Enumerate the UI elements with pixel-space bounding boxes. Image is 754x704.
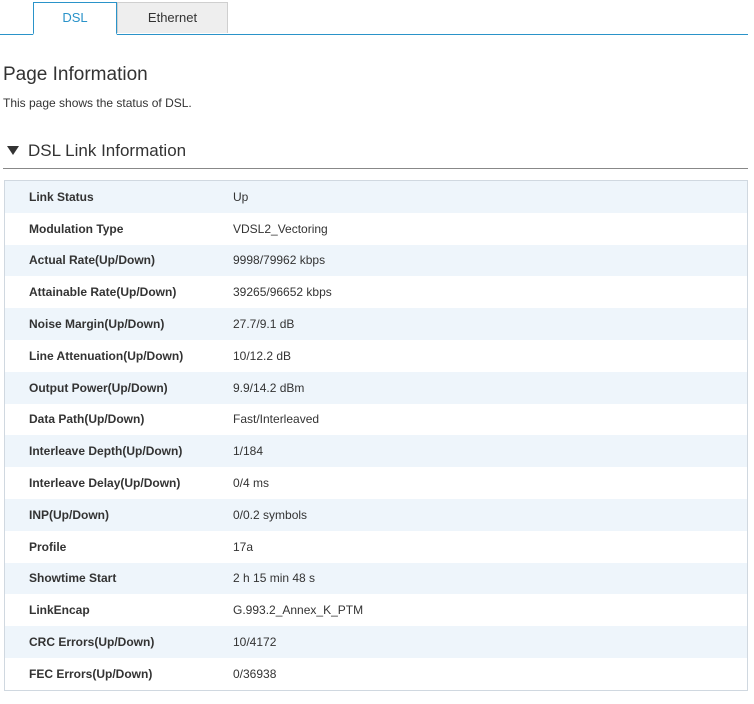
table-row: CRC Errors(Up/Down) 10/4172 bbox=[5, 626, 747, 658]
table-row: Interleave Delay(Up/Down) 0/4 ms bbox=[5, 467, 747, 499]
row-label: Data Path(Up/Down) bbox=[29, 412, 145, 427]
table-row: FEC Errors(Up/Down) 0/36938 bbox=[5, 657, 747, 690]
row-value: VDSL2_Vectoring bbox=[233, 221, 328, 236]
row-value: 0/36938 bbox=[233, 666, 277, 681]
row-value: 0/4 ms bbox=[233, 476, 270, 491]
dsl-info-table: Link Status Up Modulation Type VDSL2_Vec… bbox=[4, 180, 748, 691]
row-label: Actual Rate(Up/Down) bbox=[29, 253, 155, 268]
row-value: 27.7/9.1 dB bbox=[233, 317, 295, 332]
table-row: Showtime Start 2 h 15 min 48 s bbox=[5, 562, 747, 595]
row-value: 10/12.2 dB bbox=[233, 348, 292, 363]
row-label: Interleave Depth(Up/Down) bbox=[29, 444, 183, 459]
row-label: Line Attenuation(Up/Down) bbox=[29, 348, 184, 363]
row-value: 9998/79962 kbps bbox=[233, 253, 326, 268]
table-row: Profile 17a bbox=[5, 530, 747, 563]
table-row: Line Attenuation(Up/Down) 10/12.2 dB bbox=[5, 339, 747, 372]
triangle-down-icon[interactable] bbox=[7, 146, 19, 155]
row-label: Attainable Rate(Up/Down) bbox=[29, 285, 177, 300]
section-header[interactable]: DSL Link Information bbox=[3, 138, 748, 169]
row-value: G.993.2_Annex_K_PTM bbox=[233, 603, 364, 618]
row-value: 0/0.2 symbols bbox=[233, 507, 308, 522]
row-value: 39265/96652 kbps bbox=[233, 285, 332, 300]
row-label: CRC Errors(Up/Down) bbox=[29, 635, 155, 650]
row-label: Output Power(Up/Down) bbox=[29, 380, 168, 395]
tab-ethernet[interactable]: Ethernet bbox=[117, 2, 228, 33]
page-title: Page Information bbox=[3, 64, 148, 85]
row-value: 9.9/14.2 dBm bbox=[233, 380, 305, 395]
section-title: DSL Link Information bbox=[28, 141, 187, 160]
row-label: FEC Errors(Up/Down) bbox=[29, 666, 153, 681]
page-description: This page shows the status of DSL. bbox=[3, 96, 192, 110]
row-value: 17a bbox=[233, 539, 254, 554]
table-row: Actual Rate(Up/Down) 9998/79962 kbps bbox=[5, 244, 747, 277]
row-label: Link Status bbox=[29, 189, 94, 204]
row-label: Noise Margin(Up/Down) bbox=[29, 317, 165, 332]
row-value: 10/4172 bbox=[233, 635, 277, 650]
tab-dsl[interactable]: DSL bbox=[33, 2, 117, 35]
tab-bar: DSL Ethernet bbox=[0, 0, 748, 35]
row-label: Modulation Type bbox=[29, 221, 124, 236]
table-row: Link Status Up bbox=[5, 181, 747, 213]
row-label: Showtime Start bbox=[29, 571, 117, 586]
table-row: Attainable Rate(Up/Down) 39265/96652 kbp… bbox=[5, 276, 747, 309]
row-value: 1/184 bbox=[233, 444, 264, 459]
row-value: Up bbox=[233, 189, 249, 204]
row-label: LinkEncap bbox=[29, 603, 90, 618]
table-row: Interleave Depth(Up/Down) 1/184 bbox=[5, 435, 747, 468]
row-value: Fast/Interleaved bbox=[233, 412, 320, 427]
row-value: 2 h 15 min 48 s bbox=[233, 571, 316, 586]
row-label: Profile bbox=[29, 539, 67, 554]
row-label: Interleave Delay(Up/Down) bbox=[29, 476, 181, 491]
table-row: Output Power(Up/Down) 9.9/14.2 dBm bbox=[5, 371, 747, 404]
table-row: Modulation Type VDSL2_Vectoring bbox=[5, 212, 747, 245]
table-row: Noise Margin(Up/Down) 27.7/9.1 dB bbox=[5, 308, 747, 340]
table-row: INP(Up/Down) 0/0.2 symbols bbox=[5, 498, 747, 531]
row-label: INP(Up/Down) bbox=[29, 507, 109, 522]
table-row: LinkEncap G.993.2_Annex_K_PTM bbox=[5, 594, 747, 627]
table-row: Data Path(Up/Down) Fast/Interleaved bbox=[5, 403, 747, 436]
